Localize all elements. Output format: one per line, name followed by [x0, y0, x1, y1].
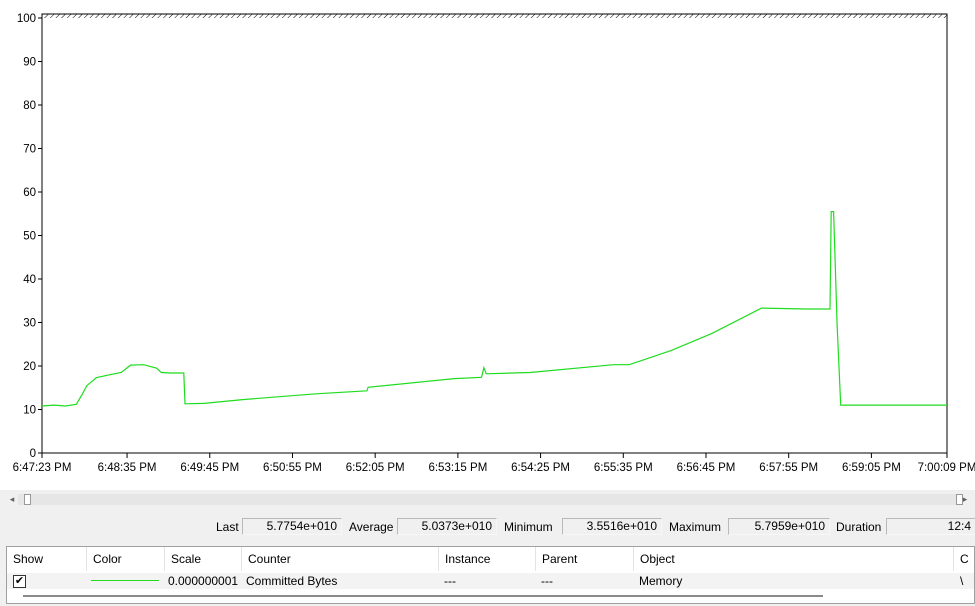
y-tick-label: 60: [23, 187, 36, 199]
x-tick-label: 6:47:23 PM: [13, 462, 72, 474]
column-header-computer[interactable]: C: [954, 547, 974, 571]
scale-cell: 0.000000001: [168, 574, 239, 588]
column-header-show[interactable]: Show: [7, 547, 87, 571]
y-tick-label: 70: [23, 144, 36, 156]
scroll-right-icon[interactable]: ▸: [959, 492, 971, 507]
counter-cell: Committed Bytes: [246, 574, 338, 588]
duration-label: Duration: [836, 520, 882, 534]
y-tick-label: 30: [23, 318, 36, 330]
statistics-bar: Last 5.7754e+010 Average 5.0373e+010 Min…: [0, 516, 975, 538]
average-label: Average: [349, 520, 394, 534]
list-scrollbar[interactable]: [23, 595, 823, 597]
scroll-left-icon[interactable]: ◂: [6, 492, 18, 507]
computer-cell: \: [960, 574, 964, 588]
y-tick-label: 10: [23, 405, 36, 417]
x-tick-label: 7:00:09 PM: [918, 462, 975, 474]
minimum-value: 3.5516e+010: [562, 518, 662, 535]
y-tick-label: 80: [23, 100, 36, 112]
y-tick-label: 50: [23, 231, 36, 243]
parent-cell: ---: [541, 574, 553, 588]
last-label: Last: [216, 520, 239, 534]
plot-frame: [41, 13, 948, 454]
instance-cell: ---: [444, 574, 456, 588]
x-tick-label: 6:50:55 PM: [263, 462, 322, 474]
x-tick-label: 6:54:25 PM: [511, 462, 570, 474]
duration-value: 12:4: [886, 518, 975, 535]
x-tick-label: 6:55:35 PM: [594, 462, 653, 474]
series-line-committed-bytes: [41, 211, 947, 407]
minimum-label: Minimum: [504, 520, 553, 534]
x-tick-label: 6:49:45 PM: [180, 462, 239, 474]
object-cell: Memory: [639, 574, 683, 588]
last-value: 5.7754e+010: [242, 518, 342, 535]
color-swatch: [91, 580, 159, 581]
y-tick-label: 40: [23, 274, 36, 286]
y-tick-label: 0: [30, 448, 36, 460]
x-tick-label: 6:57:55 PM: [759, 462, 818, 474]
show-checkbox[interactable]: ✔: [13, 575, 26, 588]
x-tick-label: 6:48:35 PM: [98, 462, 157, 474]
hatched-band: [42, 14, 947, 18]
column-header-color[interactable]: Color: [87, 547, 165, 571]
time-scrollbar[interactable]: ◂ ▸: [6, 492, 971, 507]
column-header-parent[interactable]: Parent: [536, 547, 634, 571]
maximum-value: 5.7959e+010: [728, 518, 830, 535]
counter-list[interactable]: Show Color Scale Counter Instance Parent…: [6, 546, 975, 604]
line-chart: 0 10 20 30 40 50 60 70 80 90 100 6:47:23 PM 6:48:35 …: [13, 13, 975, 474]
y-tick-label: 20: [23, 361, 36, 373]
x-tick-label: 6:52:05 PM: [346, 462, 405, 474]
y-tick-label: 100: [17, 13, 36, 25]
column-header-instance[interactable]: Instance: [439, 547, 536, 571]
performance-graph: 0 10 20 30 40 50 60 70 80 90 100 6:47:23 PM 6:48:35 …: [0, 0, 975, 490]
scrollbar-track[interactable]: [18, 494, 959, 505]
scroll-start-handle[interactable]: [24, 494, 31, 505]
y-tick-label: 90: [23, 57, 36, 69]
x-tick-label: 6:56:45 PM: [677, 462, 736, 474]
column-header-scale[interactable]: Scale: [165, 547, 242, 571]
average-value: 5.0373e+010: [397, 518, 497, 535]
maximum-label: Maximum: [669, 520, 722, 534]
column-header-object[interactable]: Object: [634, 547, 954, 571]
column-header-counter[interactable]: Counter: [242, 547, 439, 571]
x-tick-label: 6:59:05 PM: [842, 462, 901, 474]
counter-row[interactable]: ✔ 0.000000001 Committed Bytes --- --- Me…: [7, 573, 974, 589]
x-tick-label: 6:53:15 PM: [428, 462, 487, 474]
